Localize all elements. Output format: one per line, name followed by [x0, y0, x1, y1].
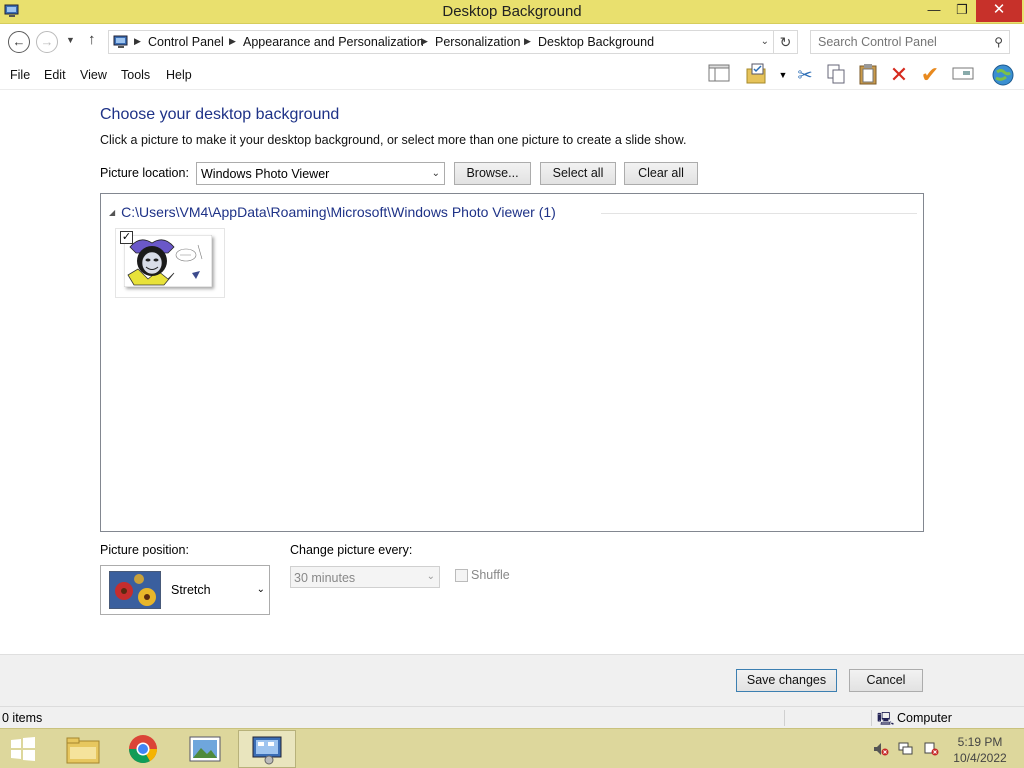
folder-icon [66, 737, 100, 764]
change-interval-value: 30 minutes [294, 571, 356, 585]
save-changes-button[interactable]: Save changes [736, 669, 837, 692]
change-picture-label: Change picture every: [290, 543, 413, 557]
search-input[interactable] [818, 32, 988, 52]
photo-viewer-icon [189, 736, 221, 762]
chrome-icon [129, 735, 157, 763]
picture-group-path: C:\Users\VM4\AppData\Roaming\Microsoft\W… [121, 204, 556, 220]
picture-thumbnail[interactable]: ✓ [115, 228, 225, 298]
picture-list[interactable]: ◢ C:\Users\VM4\AppData\Roaming\Microsoft\… [100, 193, 924, 532]
search-icon[interactable]: ⚲ [994, 35, 1003, 49]
status-divider [784, 710, 785, 726]
checkmark-icon[interactable]: ✔ [917, 63, 943, 87]
close-button[interactable]: ✕ [976, 0, 1022, 22]
control-panel-icon [252, 736, 282, 765]
title-bar: Desktop Background — ❐ ✕ [0, 0, 1024, 24]
group-divider [601, 213, 917, 214]
picture-checkbox[interactable]: ✓ [120, 231, 133, 244]
chevron-down-icon: ⌄ [426, 571, 435, 582]
delete-icon[interactable]: ✕ [886, 63, 912, 87]
taskbar: 5:19 PM 10/4/2022 [0, 728, 1024, 768]
picture-position-value: Stretch [171, 583, 211, 597]
change-interval-select[interactable]: 30 minutes ⌄ [290, 566, 440, 588]
address-row: ← → ▼ ↑ ▶ Control Panel ▶ Appearance and… [0, 25, 1024, 59]
browse-button[interactable]: Browse... [454, 162, 531, 185]
refresh-icon: ↻ [779, 34, 792, 50]
status-divider [871, 710, 872, 726]
menu-file[interactable]: File [10, 68, 30, 82]
forward-button[interactable]: → [36, 31, 58, 53]
chevron-down-icon: ⌄ [256, 584, 265, 595]
cut-icon[interactable]: ✂ [792, 63, 818, 87]
restore-button[interactable]: ❐ [948, 0, 976, 22]
windows-start-icon[interactable] [8, 735, 38, 763]
chevron-down-icon: ⌄ [431, 168, 440, 179]
page-description: Click a picture to make it your desktop … [100, 133, 687, 147]
main-content: Choose your desktop background Click a p… [0, 91, 1024, 653]
window-title: Desktop Background [442, 3, 582, 20]
status-location: Computer [897, 711, 952, 725]
shuffle-label: Shuffle [471, 568, 510, 582]
action-center-alert-icon[interactable] [923, 741, 939, 757]
breadcrumb-separator[interactable]: ▶ [229, 36, 236, 47]
dialog-footer: Save changes Cancel [0, 654, 1024, 706]
picture-location-label: Picture location: [100, 166, 189, 180]
collapse-icon[interactable]: ◢ [109, 208, 115, 217]
taskbar-file-explorer[interactable] [54, 730, 112, 768]
recent-locations-dropdown[interactable]: ▼ [66, 35, 75, 45]
cancel-button[interactable]: Cancel [849, 669, 923, 692]
menu-tools[interactable]: Tools [121, 68, 150, 82]
up-button[interactable]: ↑ [88, 31, 96, 48]
breadcrumb-separator[interactable]: ▶ [134, 36, 141, 47]
globe-icon[interactable] [990, 63, 1016, 87]
clear-all-button[interactable]: Clear all [624, 162, 698, 185]
breadcrumb-appearance[interactable]: Appearance and Personalization [243, 35, 424, 49]
shuffle-checkbox[interactable] [455, 569, 468, 582]
status-item-count: 0 items [2, 711, 43, 725]
breadcrumb-separator[interactable]: ▶ [524, 36, 531, 47]
flower-preview-image [109, 571, 161, 609]
layout-pane-icon[interactable] [706, 63, 732, 87]
clock-time[interactable]: 5:19 PM [940, 735, 1020, 749]
taskbar-control-panel[interactable] [238, 730, 296, 768]
breadcrumb-control-panel[interactable]: Control Panel [148, 35, 224, 49]
menu-view[interactable]: View [80, 68, 107, 82]
picture-location-value: Windows Photo Viewer [201, 167, 330, 181]
control-panel-icon [113, 35, 128, 48]
select-all-button[interactable]: Select all [540, 162, 616, 185]
breadcrumb-personalization[interactable]: Personalization [435, 35, 520, 49]
search-box[interactable]: ⚲ [810, 30, 1010, 54]
properties-folder-icon[interactable] [744, 63, 770, 87]
picture-location-select[interactable]: Windows Photo Viewer ⌄ [196, 162, 445, 185]
status-bar: 0 items 🖳 Computer [0, 706, 1024, 728]
breadcrumb-desktop-background[interactable]: Desktop Background [538, 35, 654, 49]
menu-bar: File Edit View Tools Help ▼ ✂ ✕ ✔ [0, 60, 1024, 90]
picture-group-header[interactable]: ◢ C:\Users\VM4\AppData\Roaming\Microsoft\… [109, 204, 556, 220]
network-icon[interactable] [898, 741, 914, 757]
menu-edit[interactable]: Edit [44, 68, 66, 82]
taskbar-chrome[interactable] [114, 730, 172, 768]
chevron-down-icon[interactable]: ⌄ [761, 36, 769, 47]
refresh-button[interactable]: ↻ [774, 30, 798, 54]
speaker-muted-icon[interactable] [873, 741, 889, 757]
picture-position-label: Picture position: [100, 543, 189, 557]
menu-help[interactable]: Help [166, 68, 192, 82]
breadcrumb-separator[interactable]: ▶ [421, 36, 428, 47]
copy-icon[interactable] [823, 63, 849, 87]
picture-position-select[interactable]: Stretch ⌄ [100, 565, 270, 615]
clock-date[interactable]: 10/4/2022 [940, 751, 1020, 765]
minimize-button[interactable]: — [920, 0, 948, 22]
back-button[interactable]: ← [8, 31, 30, 53]
address-bar[interactable]: ▶ Control Panel ▶ Appearance and Persona… [108, 30, 774, 54]
rename-icon[interactable] [950, 63, 976, 87]
paste-icon[interactable] [855, 63, 881, 87]
page-title: Choose your desktop background [100, 106, 340, 123]
taskbar-photo-viewer[interactable] [176, 730, 234, 768]
jester-character-image [124, 235, 212, 287]
